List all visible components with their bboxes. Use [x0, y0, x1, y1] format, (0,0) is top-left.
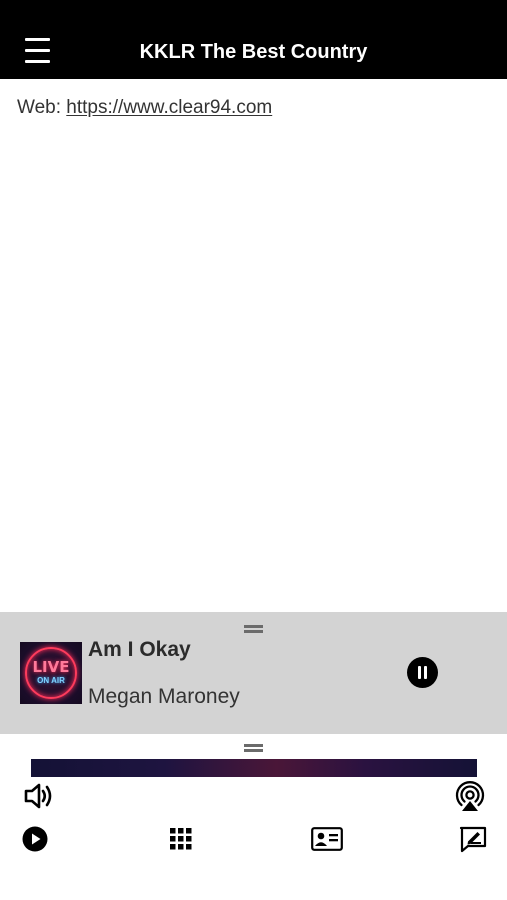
play-icon[interactable]: [22, 826, 48, 852]
artwork-live-text: LIVE: [32, 658, 70, 676]
bottom-panel: [0, 734, 507, 900]
drag-handle[interactable]: [244, 625, 263, 633]
compose-icon[interactable]: [459, 826, 487, 853]
top-bar: KKLR The Best Country: [0, 0, 507, 79]
album-artwork: LIVE ON AIR: [20, 642, 82, 704]
station-title: KKLR The Best Country: [139, 41, 368, 63]
airplay-icon[interactable]: [453, 780, 487, 812]
website-link[interactable]: https://www.clear94.com: [66, 97, 272, 118]
artist-name: Megan Maroney: [88, 685, 240, 708]
volume-icon[interactable]: [23, 781, 55, 811]
now-playing-panel: LIVE ON AIR Am I Okay Megan Maroney: [0, 612, 507, 734]
visualizer-strip: [31, 759, 477, 777]
website-line: Web: https://www.clear94.com: [17, 96, 272, 120]
pause-button[interactable]: [407, 657, 438, 688]
grid-icon[interactable]: [170, 828, 192, 850]
artwork-onair-text: ON AIR: [37, 676, 65, 685]
contact-card-icon[interactable]: [311, 827, 343, 851]
web-label: Web:: [17, 97, 62, 118]
bottom-drag-handle[interactable]: [244, 744, 263, 752]
song-title: Am I Okay: [88, 638, 191, 661]
app-screen: KKLR The Best Country Web: https://www.c…: [0, 0, 507, 900]
